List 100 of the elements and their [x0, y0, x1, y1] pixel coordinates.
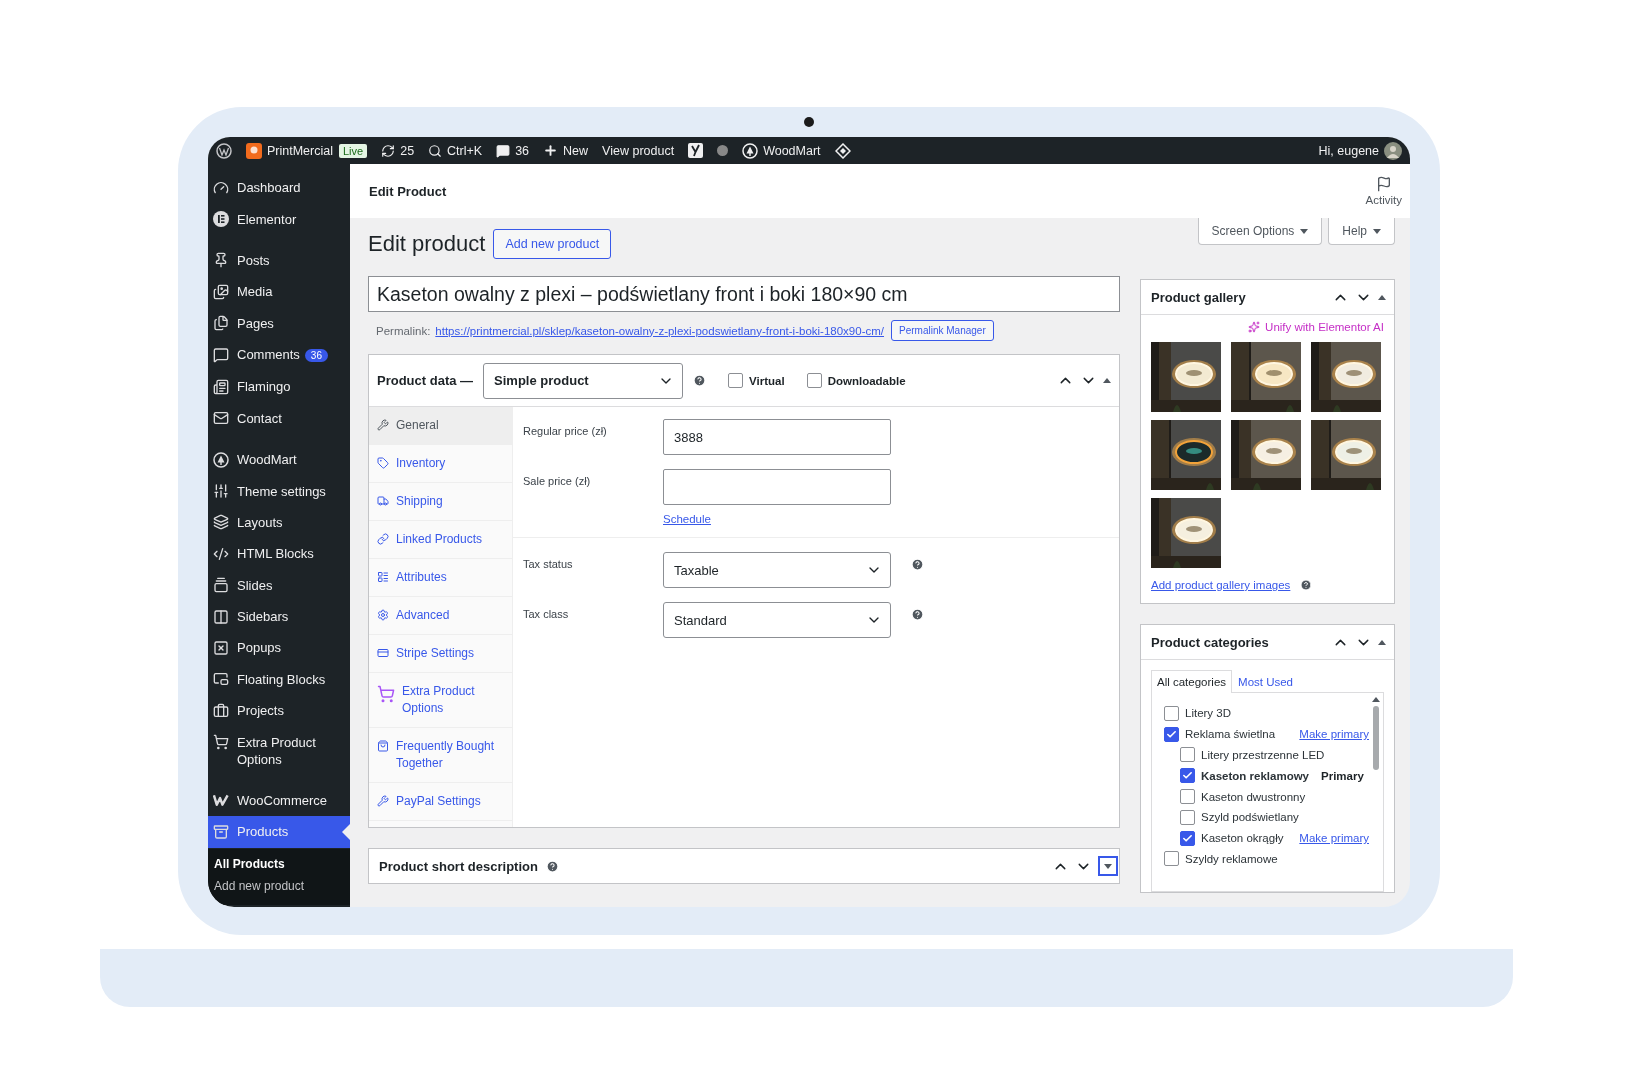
field-label: Tax class	[523, 607, 570, 622]
wordpress-logo-icon[interactable]	[216, 142, 232, 159]
make-primary-link[interactable]: Make primary	[1299, 832, 1371, 845]
make-primary-link[interactable]: Make primary	[1299, 728, 1371, 741]
checkbox[interactable]	[1164, 705, 1179, 721]
menu-item[interactable]: HTML Blocks	[208, 538, 350, 570]
help-tab[interactable]: Help	[1328, 218, 1395, 245]
live-badge: Live	[339, 143, 368, 158]
data-tab[interactable]: Linked Products	[369, 521, 512, 559]
menu-item[interactable]: Dashboard	[208, 172, 350, 204]
menu-label: Theme settings	[237, 482, 326, 500]
menu-item[interactable]: Floating Blocks	[208, 663, 350, 695]
help-icon	[693, 374, 707, 387]
data-tab[interactable]: PayPal Settings	[369, 783, 512, 821]
title-field[interactable]: Kaseton owalny z plexi – podświetlany front i boki 180×90 cm	[368, 276, 1120, 312]
card-icon	[377, 647, 389, 659]
menu-item[interactable]: Pages	[208, 307, 350, 339]
permalink-link[interactable]: https://printmercial.pl/sklep/kaseton-owalny-z-plexi-podswietlany-front-i-boki-180x90-cm/	[435, 324, 884, 337]
checkbox[interactable]	[1180, 830, 1195, 846]
menu-item[interactable]: Sidebars	[208, 600, 350, 633]
category-label: Kaseton reklamowy	[1201, 769, 1309, 782]
new-link[interactable]: New	[543, 143, 589, 158]
menu-item[interactable]: WoodMart	[208, 444, 350, 476]
collapse-button[interactable]	[1098, 856, 1118, 876]
site-link[interactable]: PrintMercial	[246, 142, 333, 159]
menu-item[interactable]: Extra Product Options	[208, 726, 350, 775]
menu-item[interactable]: Slides	[208, 569, 350, 601]
menu-item[interactable]: Media	[208, 276, 350, 308]
data-tab[interactable]: Frequently Bought Together	[369, 728, 512, 783]
data-tab[interactable]: General	[369, 407, 512, 445]
add-gallery-link[interactable]: Add product gallery images	[1151, 579, 1291, 591]
yoast-icon[interactable]	[688, 143, 704, 158]
plus-icon	[543, 143, 559, 158]
elementor-ai-link[interactable]: Unify with Elementor AI	[1248, 321, 1384, 333]
menu-item[interactable]: WooCommerce	[208, 784, 350, 817]
help-tab[interactable]: Screen Options	[1197, 218, 1323, 245]
schedule-link[interactable]: Schedule	[663, 513, 891, 525]
collapse-icon[interactable]	[1378, 294, 1386, 300]
tag-icon	[377, 457, 389, 469]
activity-button[interactable]: Activity	[1365, 176, 1402, 206]
product-type-select[interactable]: Simple product	[483, 362, 684, 399]
menu-item[interactable]: Flamingo	[208, 371, 350, 403]
menu-item[interactable]: Layouts	[208, 506, 350, 539]
data-tab[interactable]: Attributes	[369, 559, 512, 597]
menu-item[interactable]: Theme settings	[208, 475, 350, 507]
checkbox[interactable]	[806, 373, 822, 388]
woodmart-link[interactable]: WoodMart	[742, 142, 821, 159]
data-tab[interactable]: Inventory	[369, 445, 512, 483]
menu-item[interactable]: Projects	[208, 695, 350, 727]
menu-item[interactable]: Comments 36	[208, 338, 350, 372]
checkbox[interactable]	[1180, 789, 1195, 805]
tax-select[interactable]: Taxable	[663, 552, 891, 588]
menu-label: Pages	[237, 314, 274, 332]
checkbox[interactable]	[1180, 809, 1195, 825]
cart-icon	[213, 734, 229, 751]
checkbox[interactable]	[1180, 768, 1195, 784]
primary-label: Primary	[1321, 769, 1364, 782]
price-field[interactable]	[663, 469, 891, 505]
menu-label: HTML Blocks	[237, 545, 314, 563]
menu-label: Contact	[237, 409, 282, 427]
category-label: Reklama świetlna	[1185, 728, 1276, 741]
page-title: Edit product	[368, 231, 486, 257]
checkbox[interactable]	[1164, 851, 1179, 867]
comment-icon	[496, 143, 511, 158]
account-link[interactable]: Hi, eugene	[1318, 141, 1402, 160]
list-icon	[377, 571, 389, 583]
permalink-manager-button[interactable]: Permalink Manager	[891, 320, 994, 341]
checkbox[interactable]	[1180, 747, 1195, 763]
add-new-button[interactable]: Add new product	[493, 229, 612, 259]
data-tab[interactable]: Advanced	[369, 597, 512, 635]
checkbox[interactable]	[728, 373, 744, 388]
menu-item[interactable]: Popups	[208, 632, 350, 664]
option-label: Virtual	[749, 374, 785, 387]
submenu-item[interactable]: All Products	[208, 852, 350, 875]
data-tab[interactable]: Shipping	[369, 483, 512, 521]
tax-select[interactable]: Standard	[663, 602, 891, 638]
collapse-icon[interactable]	[1378, 639, 1386, 645]
menu-label: Comments 36	[237, 346, 328, 365]
refresh-icon	[381, 143, 396, 158]
menu-item[interactable]: Posts	[208, 244, 350, 277]
price-field[interactable]: 3888	[663, 419, 891, 455]
updates-link[interactable]: 25	[381, 143, 415, 158]
category-tab[interactable]: Most Used	[1232, 670, 1299, 693]
menu-item[interactable]: Products	[208, 816, 350, 848]
collapse-icon[interactable]	[1103, 378, 1111, 383]
menu-label: Elementor	[237, 210, 297, 228]
checkbox[interactable]	[1164, 726, 1179, 742]
comments-link[interactable]: 36	[496, 143, 530, 158]
menu-item[interactable]: Elementor	[208, 203, 350, 235]
menu-item[interactable]: Contact	[208, 402, 350, 434]
check-icon	[1182, 832, 1193, 844]
search-link[interactable]: Ctrl+K	[428, 143, 483, 158]
data-tab[interactable]: Extra Product Options	[369, 673, 512, 728]
submenu-item[interactable]: Add new product	[208, 874, 350, 897]
menu-label: Slides	[237, 576, 273, 594]
diamond-icon[interactable]	[834, 142, 851, 159]
data-tab[interactable]: Stripe Settings	[369, 635, 512, 673]
category-tab[interactable]: All categories	[1151, 670, 1233, 693]
panel-title: Product data —	[377, 373, 474, 388]
view-product-link[interactable]: View product	[602, 143, 675, 158]
